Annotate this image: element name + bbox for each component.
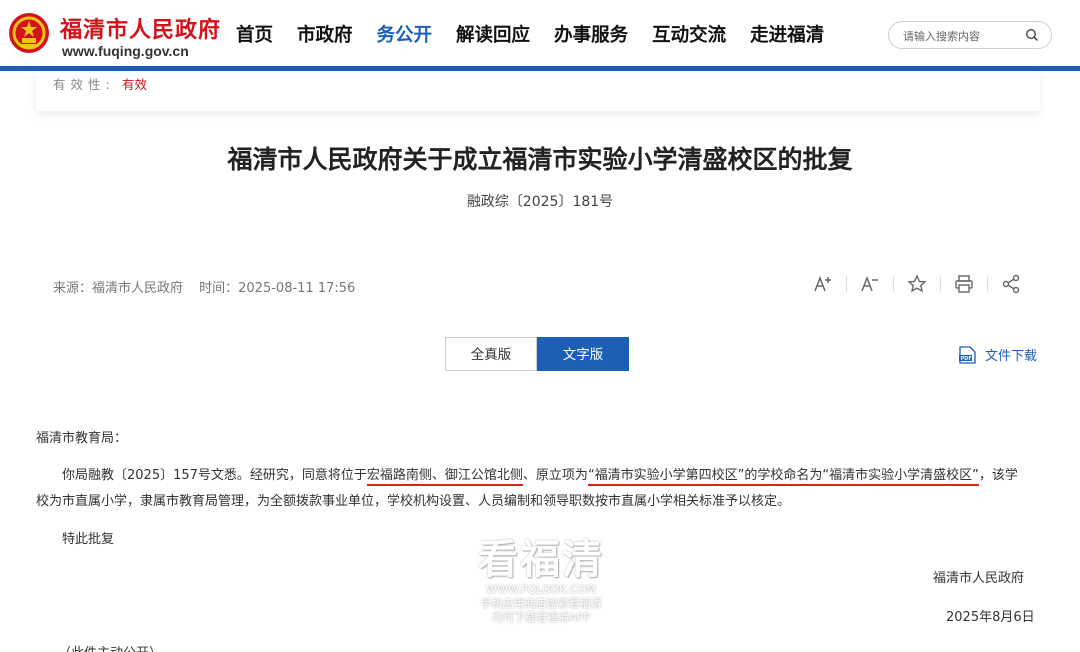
underlined-location: 宏福路南侧、御江公馆北侧 xyxy=(366,468,523,486)
font-decrease-button[interactable] xyxy=(859,273,881,295)
article-toolbar xyxy=(812,273,1022,295)
body-paragraph-1: 你局融教〔2025〕157号文悉。经研究，同意将位于宏福路南侧、御江公馆北侧、原… xyxy=(62,464,1018,486)
search-box xyxy=(888,21,1052,49)
print-button[interactable] xyxy=(953,273,975,295)
site-url[interactable]: www.fuqing.gov.cn xyxy=(62,43,189,59)
font-increase-icon xyxy=(814,275,831,292)
main-nav: 首页 市政府 务公开 解读回应 办事服务 互动交流 走进福清 xyxy=(236,21,848,47)
nav-interaction[interactable]: 互动交流 xyxy=(652,21,726,47)
nav-services[interactable]: 办事服务 xyxy=(554,21,628,47)
file-download-link[interactable]: PDF 文件下载 xyxy=(959,345,1037,364)
toolbar-divider xyxy=(987,276,988,292)
favorite-button[interactable] xyxy=(906,273,928,295)
share-icon xyxy=(1002,274,1020,294)
site-title[interactable]: 福清市人民政府 xyxy=(60,12,221,44)
document-title: 福清市人民政府关于成立福清市实验小学清盛校区的批复 xyxy=(227,145,853,174)
watermark: 看福清 WWW.FQLOOK.COM 手机应用商店搜索看福清 均可下载看福清AP… xyxy=(470,537,612,625)
version-tabs: 全真版 文字版 xyxy=(445,337,629,371)
font-increase-button[interactable] xyxy=(812,273,834,295)
body-paragraph-1-continued: 校为市直属小学，隶属市教育局管理，为全额拨款事业单位，学校机构设置、人员编制和领… xyxy=(36,494,791,509)
body-text: 你局融教〔2025〕157号文悉。经研究，同意将位于 xyxy=(62,468,367,483)
disclosure-note: （此件主动公开） xyxy=(58,642,162,652)
search-icon[interactable] xyxy=(1025,28,1039,42)
sign-date: 2025年8月6日 xyxy=(946,610,1035,625)
nav-government[interactable]: 市政府 xyxy=(297,21,353,47)
document-info-card: 有效性: 有效 xyxy=(36,71,1040,111)
document-source: 来源：福清市人民政府 xyxy=(53,281,184,296)
salutation: 福清市教育局： xyxy=(36,431,128,446)
file-download-label: 文件下载 xyxy=(985,349,1038,364)
body-text: ，该学 xyxy=(978,468,1018,483)
validity-label: 有效性: xyxy=(53,77,115,92)
tab-full-version[interactable]: 全真版 xyxy=(445,337,537,371)
printer-icon xyxy=(955,275,973,293)
validity-value: 有效 xyxy=(122,77,148,92)
nav-about-fuqing[interactable]: 走进福清 xyxy=(750,21,824,47)
body-text: 、原立项为 xyxy=(522,468,588,483)
document-number: 融政综〔2025〕181号 xyxy=(466,194,614,210)
site-header: 福清市人民政府 www.fuqing.gov.cn 首页 市政府 务公开 解读回… xyxy=(0,0,1080,66)
nav-government-affairs[interactable]: 务公开 xyxy=(377,21,433,47)
font-decrease-icon xyxy=(861,275,878,292)
signer: 福清市人民政府 xyxy=(933,571,1025,586)
closing-text: 特此批复 xyxy=(62,532,115,547)
toolbar-divider xyxy=(940,276,941,292)
toolbar-divider xyxy=(846,276,847,292)
star-icon xyxy=(907,274,927,293)
search-input[interactable] xyxy=(903,27,1021,45)
document-meta: 来源：福清市人民政府 时间：2025-08-11 17:56 xyxy=(53,277,367,296)
national-emblem-icon[interactable] xyxy=(8,12,50,54)
tab-text-version[interactable]: 文字版 xyxy=(537,337,629,371)
pdf-icon: PDF xyxy=(959,345,976,364)
nav-interpretation[interactable]: 解读回应 xyxy=(456,21,530,47)
watermark-url: WWW.FQLOOK.COM xyxy=(486,583,596,596)
underlined-school-name: “福清市实验小学第四校区”的学校命名为“福清市实验小学清盛校区” xyxy=(587,468,979,486)
watermark-logo-text: 看福清 xyxy=(478,537,604,583)
nav-home[interactable]: 首页 xyxy=(236,21,273,47)
watermark-line-2: 均可下载看福清APP xyxy=(492,611,590,624)
toolbar-divider xyxy=(893,276,894,292)
svg-text:PDF: PDF xyxy=(961,356,972,362)
watermark-line-1: 手机应用商店搜索看福清 xyxy=(480,597,602,610)
share-button[interactable] xyxy=(1000,273,1022,295)
document-time: 时间：2025-08-11 17:56 xyxy=(199,281,356,296)
